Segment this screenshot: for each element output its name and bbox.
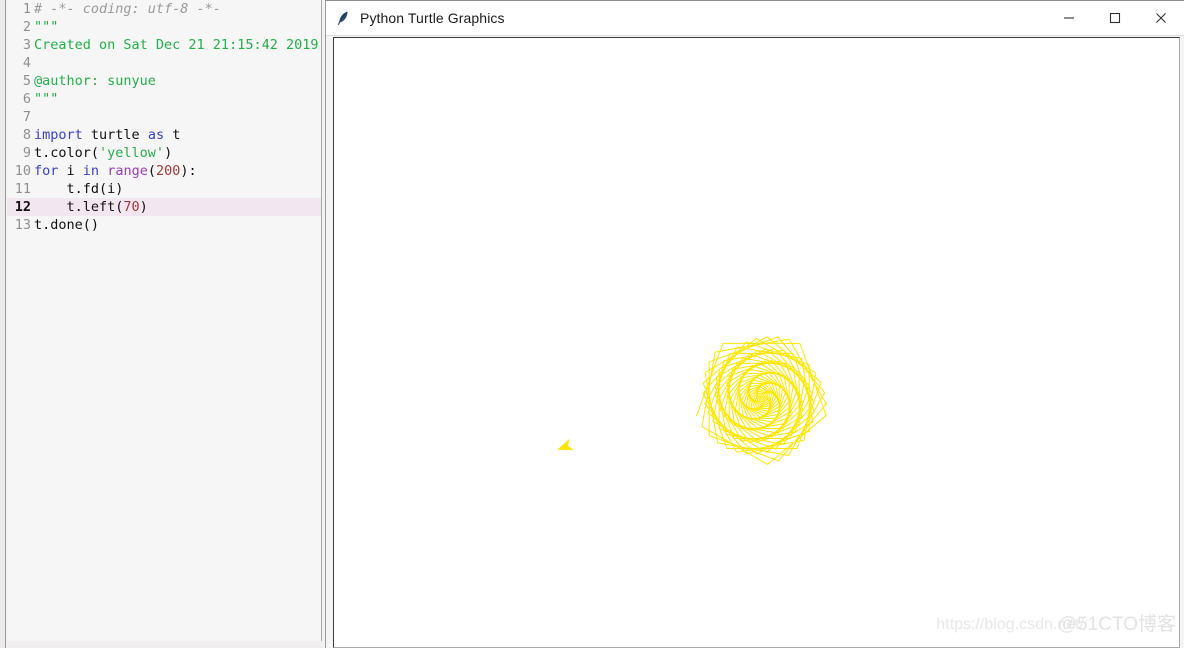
maximize-button[interactable] (1092, 1, 1138, 35)
editor-left-chrome (0, 0, 6, 648)
line-number: 12 (14, 199, 31, 215)
line-number: 2 (22, 19, 31, 35)
code-line[interactable]: 8 import turtle as t (7, 126, 321, 144)
code-text: Created on Sat Dec 21 21:15:42 2019 (34, 37, 319, 53)
code-line[interactable]: 5 @author: sunyue (7, 72, 321, 90)
code-text: t.fd(i) (34, 181, 124, 197)
close-button[interactable] (1138, 1, 1184, 35)
editor-text-area[interactable]: 1 # -*- coding: utf-8 -*- 2 """ 3 Created on … (7, 0, 322, 648)
line-number: 6 (22, 91, 31, 107)
line-number: 13 (14, 217, 31, 233)
code-line[interactable]: 6 """ (7, 90, 321, 108)
minimize-button[interactable] (1046, 1, 1092, 35)
code-text: """ (34, 19, 59, 35)
code-line[interactable]: 1 # -*- coding: utf-8 -*- (7, 0, 321, 18)
code-line[interactable]: 7 (7, 108, 321, 126)
turtle-graphics-window: Python Turtle Graphics https://blog.csdn… (325, 0, 1184, 648)
code-line[interactable]: 13 t.done() (7, 216, 321, 234)
line-number: 7 (22, 109, 31, 125)
code-line[interactable]: 3 Created on Sat Dec 21 21:15:42 2019 (7, 36, 321, 54)
window-title: Python Turtle Graphics (360, 10, 505, 26)
line-number: 4 (22, 55, 31, 71)
code-text: t.left(70) (34, 199, 148, 215)
editor-horizontal-scrollbar[interactable] (7, 641, 322, 648)
code-text: t.done() (34, 217, 100, 233)
code-line[interactable]: 10 for i in range(200): (7, 162, 321, 180)
titlebar-divider (326, 35, 1184, 36)
line-number: 10 (14, 163, 31, 179)
code-line[interactable]: 11 t.fd(i) (7, 180, 321, 198)
window-controls (1046, 1, 1184, 35)
spiral-path (695, 336, 827, 465)
turtle-canvas-frame (333, 37, 1180, 648)
code-lines-container: 1 # -*- coding: utf-8 -*- 2 """ 3 Created on … (7, 0, 321, 648)
code-line[interactable]: 12 t.left(70) (7, 198, 321, 216)
line-number: 8 (22, 127, 31, 143)
code-text: @author: sunyue (34, 73, 156, 89)
code-text: for i in range(200): (34, 163, 197, 179)
line-number: 1 (22, 1, 31, 17)
code-text: # -*- coding: utf-8 -*- (34, 1, 221, 17)
window-titlebar[interactable]: Python Turtle Graphics (326, 1, 1184, 35)
code-text: t.color('yellow') (34, 145, 173, 161)
line-number: 9 (22, 145, 31, 161)
code-text: """ (34, 91, 59, 107)
feather-icon (334, 9, 352, 27)
line-number: 11 (14, 181, 31, 197)
line-number: 3 (22, 37, 31, 53)
code-text: import turtle as t (34, 127, 181, 143)
code-line[interactable]: 2 """ (7, 18, 321, 36)
turtle-cursor (557, 438, 574, 451)
turtle-drawing-canvas (557, 336, 827, 465)
line-number: 5 (22, 73, 31, 89)
code-line[interactable]: 4 (7, 54, 321, 72)
code-editor-pane: 1 # -*- coding: utf-8 -*- 2 """ 3 Created on … (0, 0, 325, 648)
code-line[interactable]: 9 t.color('yellow') (7, 144, 321, 162)
